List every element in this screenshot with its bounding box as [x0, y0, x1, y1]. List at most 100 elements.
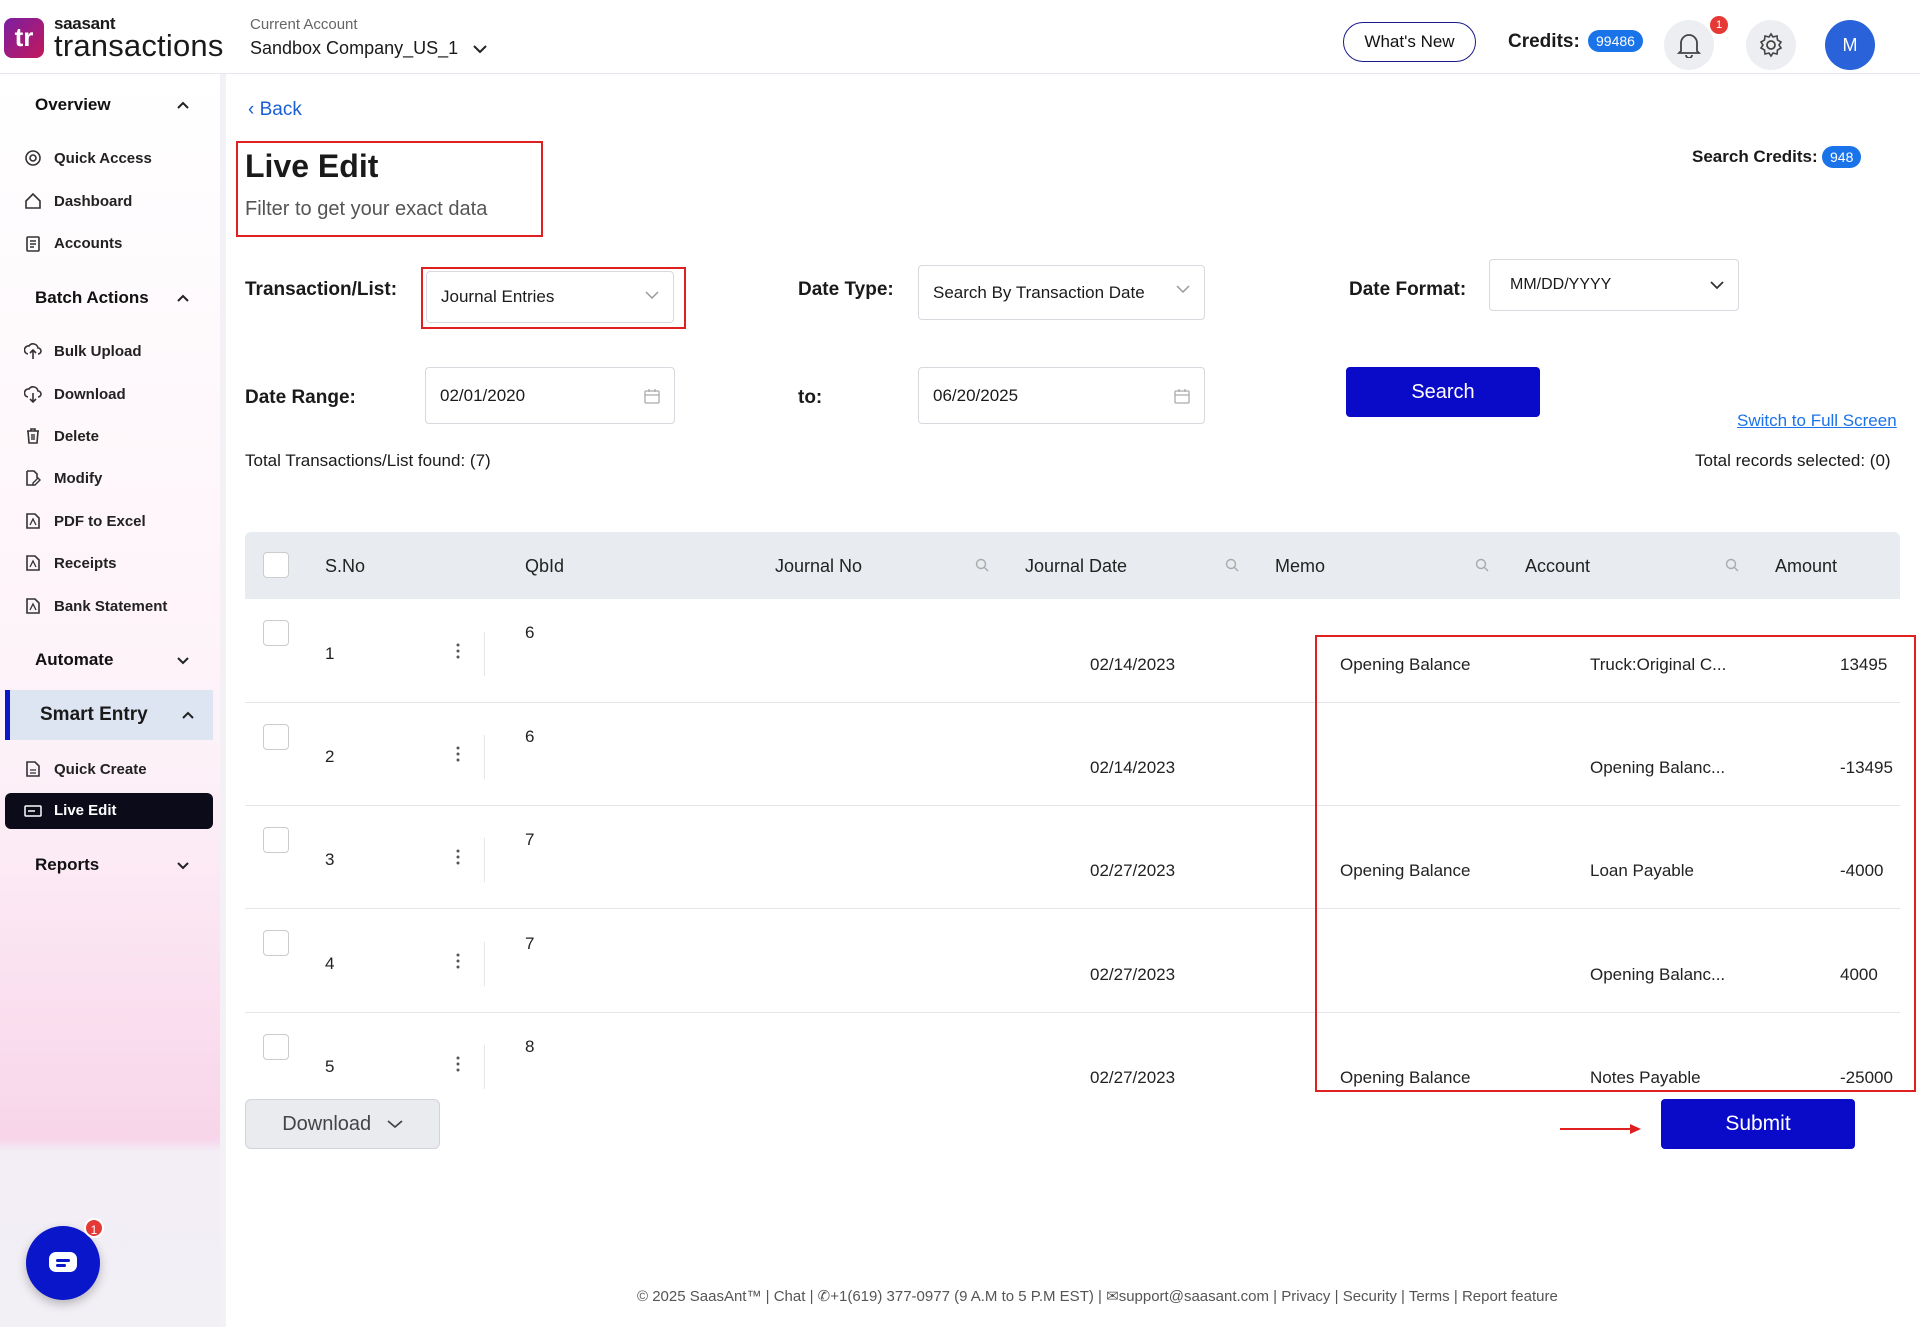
sidebar-item-label: Accounts: [54, 234, 123, 252]
sidebar-section-automate[interactable]: Automate: [35, 650, 113, 670]
pdf-icon: [26, 513, 40, 529]
cell-journal-date: 02/27/2023: [1090, 861, 1176, 880]
transaction-select[interactable]: Journal Entries: [426, 271, 674, 323]
search-icon[interactable]: [1225, 558, 1239, 572]
sidebar-item-delete[interactable]: Delete: [24, 424, 99, 448]
sidebar-section-overview[interactable]: Overview: [35, 95, 111, 115]
column-header-amount: Amount: [1775, 556, 1838, 576]
page-subtitle: Filter to get your exact data: [245, 198, 488, 220]
search-icon[interactable]: [975, 558, 989, 572]
footer-chat-link[interactable]: Chat: [774, 1288, 806, 1305]
sidebar-section-batch-actions[interactable]: Batch Actions: [35, 288, 149, 308]
date-format-select[interactable]: MM/DD/YYYY: [1489, 259, 1739, 311]
upload-icon: [24, 343, 42, 359]
footer-sep: |: [1453, 1288, 1462, 1305]
calendar-icon[interactable]: [644, 388, 660, 404]
footer-terms-link[interactable]: Terms: [1409, 1288, 1450, 1305]
footer-phone[interactable]: +1(619) 377-0977 (9 A.M to 5 P.M EST): [830, 1288, 1094, 1305]
sidebar-item-live-edit[interactable]: Live Edit: [5, 793, 213, 829]
chevron-up-icon[interactable]: [176, 291, 190, 305]
page-title: Live Edit: [245, 148, 379, 184]
sidebar-item-download[interactable]: Download: [24, 382, 126, 406]
submit-button[interactable]: Submit: [1661, 1099, 1855, 1149]
select-all-checkbox[interactable]: [263, 552, 289, 578]
settings-button[interactable]: [1746, 20, 1796, 70]
footer-sep: |: [1334, 1288, 1343, 1305]
user-avatar[interactable]: M: [1825, 20, 1875, 70]
account-selector[interactable]: Sandbox Company_US_1: [250, 38, 487, 59]
row-checkbox[interactable]: [263, 827, 289, 853]
sidebar-item-modify[interactable]: Modify: [24, 466, 102, 490]
bank-statement-icon: [26, 598, 40, 614]
sidebar-item-label: Download: [54, 385, 126, 403]
whats-new-button[interactable]: What's New: [1343, 22, 1476, 62]
row-divider: [484, 735, 485, 779]
calendar-icon[interactable]: [1174, 388, 1190, 404]
sidebar-item-quick-access[interactable]: Quick Access: [24, 146, 152, 170]
date-from-input[interactable]: 02/01/2020: [425, 367, 675, 424]
footer-sep: |: [765, 1288, 774, 1305]
chevron-down-icon[interactable]: [176, 858, 190, 872]
chevron-up-icon[interactable]: [176, 98, 190, 112]
sidebar-item-label: Bulk Upload: [54, 342, 142, 360]
sidebar-item-label: Bank Statement: [54, 597, 168, 615]
sidebar-item-bank-statement[interactable]: Bank Statement: [24, 594, 167, 618]
bell-icon: [1677, 34, 1701, 58]
row-checkbox[interactable]: [263, 724, 289, 750]
search-icon[interactable]: [1475, 558, 1489, 572]
sidebar-item-pdf-to-excel[interactable]: PDF to Excel: [24, 509, 146, 533]
download-dropdown-button[interactable]: Download: [245, 1099, 440, 1149]
sidebar-item-dashboard[interactable]: Dashboard: [24, 189, 132, 213]
search-button[interactable]: Search: [1346, 367, 1540, 417]
date-format-label: Date Format:: [1349, 279, 1467, 300]
trash-icon: [27, 428, 39, 444]
row-divider: [484, 838, 485, 882]
sidebar-item-label: Live Edit: [54, 802, 117, 819]
footer-sep: |: [1401, 1288, 1409, 1305]
sidebar-item-label: Receipts: [54, 554, 117, 572]
footer-privacy-link[interactable]: Privacy: [1281, 1288, 1330, 1305]
cell-sno: 1: [325, 644, 335, 663]
switch-full-screen-link[interactable]: Switch to Full Screen: [1737, 411, 1897, 431]
sidebar-section-reports[interactable]: Reports: [35, 855, 99, 875]
row-checkbox[interactable]: [263, 930, 289, 956]
sidebar-item-bulk-upload[interactable]: Bulk Upload: [24, 339, 142, 363]
logo-mark[interactable]: tr: [4, 18, 44, 58]
logo-big-text: transactions: [54, 28, 224, 63]
date-type-value: Search By Transaction Date: [933, 282, 1145, 302]
sidebar-section-smart-entry[interactable]: Smart Entry: [5, 690, 213, 740]
more-options-icon[interactable]: [453, 952, 463, 970]
sidebar-item-label: Modify: [54, 469, 103, 487]
search-icon[interactable]: [1725, 558, 1739, 572]
cell-sno: 3: [325, 850, 335, 869]
row-checkbox[interactable]: [263, 620, 289, 646]
notifications-button[interactable]: [1664, 20, 1714, 70]
column-header-journal-date: Journal Date: [1025, 556, 1128, 576]
footer-email[interactable]: support@saasant.com: [1119, 1288, 1269, 1305]
sidebar-item-receipts[interactable]: Receipts: [24, 551, 117, 575]
back-link[interactable]: ‹ Back: [248, 99, 302, 121]
sidebar-item-accounts[interactable]: Accounts: [24, 231, 122, 255]
chevron-down-icon: [645, 291, 659, 300]
row-checkbox[interactable]: [263, 1034, 289, 1060]
date-type-select[interactable]: Search By Transaction Date: [918, 265, 1205, 320]
date-to-value: 06/20/2025: [933, 385, 1019, 405]
column-header-journal-no: Journal No: [775, 556, 863, 576]
row-divider: [484, 942, 485, 986]
more-options-icon[interactable]: [453, 745, 463, 763]
more-options-icon[interactable]: [453, 848, 463, 866]
cell-journal-date: 02/14/2023: [1090, 655, 1176, 674]
smart-entry-label: Smart Entry: [40, 704, 148, 725]
row-divider: [484, 632, 485, 676]
sidebar-item-label: Quick Create: [54, 760, 147, 778]
sidebar-item-quick-create[interactable]: Quick Create: [24, 757, 147, 781]
footer-report-link[interactable]: Report feature: [1462, 1288, 1558, 1305]
chevron-down-icon[interactable]: [176, 653, 190, 667]
credits-label: Credits:: [1508, 31, 1580, 52]
gear-icon: [1759, 32, 1783, 58]
more-options-icon[interactable]: [453, 642, 463, 660]
more-options-icon[interactable]: [453, 1055, 463, 1073]
date-to-input[interactable]: 06/20/2025: [918, 367, 1205, 424]
footer-security-link[interactable]: Security: [1343, 1288, 1397, 1305]
top-header: tr saasant transactions Current Account …: [0, 0, 1920, 74]
